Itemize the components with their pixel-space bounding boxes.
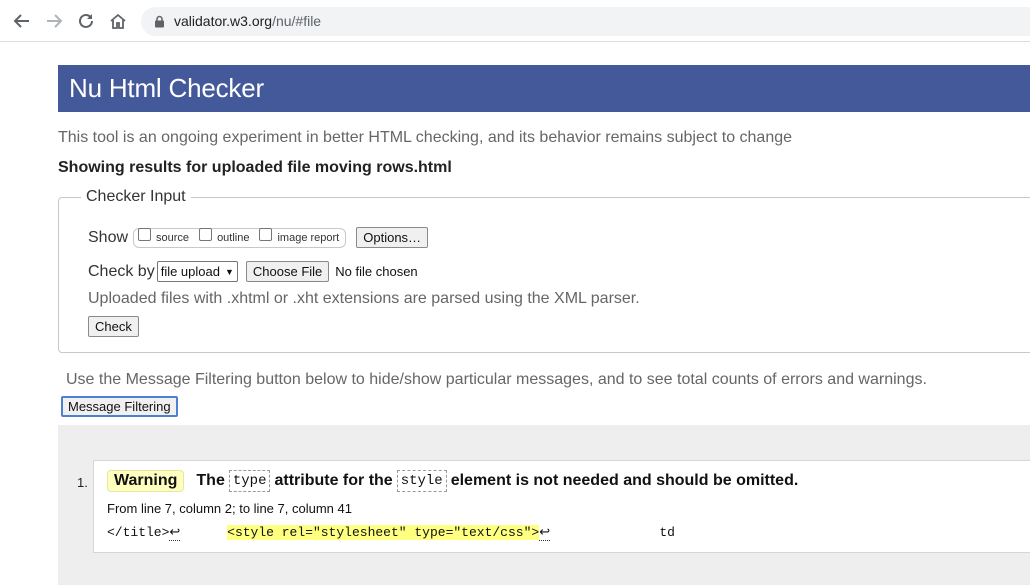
forward-arrow-icon[interactable] [43, 10, 65, 32]
line-feed-icon: ↩ [539, 525, 551, 541]
choose-file-button[interactable]: Choose File [245, 261, 330, 282]
show-source-option[interactable]: source [138, 228, 190, 244]
show-outline-option[interactable]: outline [199, 228, 250, 244]
extract-after: td [659, 525, 675, 540]
extract-highlight: <style rel="stylesheet" type="text/css"> [227, 525, 540, 540]
dropdown-arrow-icon: ▼ [224, 266, 234, 277]
lock-icon [154, 15, 165, 33]
results-heading: Showing results for uploaded file moving… [58, 159, 452, 176]
image-report-label: image report [277, 231, 340, 244]
check-by-value: file upload [160, 264, 220, 279]
show-options-group: source outline image report [133, 227, 347, 248]
message-location: From line 7, column 2; to line 7, column… [107, 501, 352, 516]
check-button[interactable]: Check [88, 316, 139, 337]
image-report-checkbox[interactable] [259, 228, 273, 241]
xml-parser-note: Uploaded files with .xhtml or .xht exten… [88, 290, 640, 307]
line-feed-icon: ↩ [169, 525, 181, 541]
check-by-select[interactable]: file upload ▼ [156, 261, 238, 282]
outline-label: outline [217, 231, 250, 244]
message-filtering-button[interactable]: Message Filtering [61, 396, 178, 417]
message-heading: Warning The type attribute for the style… [107, 470, 798, 492]
warning-badge: Warning [107, 470, 185, 492]
show-image-report-option[interactable]: image report [259, 228, 340, 244]
message-code-style: style [396, 470, 447, 492]
show-label: Show [88, 228, 129, 246]
message-code-type: type [228, 470, 271, 492]
source-label: source [156, 231, 190, 244]
home-icon[interactable] [107, 10, 129, 32]
page-title: Nu Html Checker [69, 73, 264, 103]
code-extract: </title>↩ <style rel="stylesheet" type="… [107, 525, 675, 541]
no-file-chosen-text: No file chosen [335, 264, 418, 279]
tagline: This tool is an ongoing experiment in be… [58, 129, 793, 146]
message-text-2: attribute for the [274, 472, 393, 489]
extract-after-gap [550, 525, 659, 540]
show-row: Show source outline image report Options… [88, 227, 429, 248]
page-header: Nu Html Checker [58, 65, 1030, 112]
message-number: 1. [77, 475, 88, 490]
source-checkbox[interactable] [138, 228, 152, 241]
outline-checkbox[interactable] [199, 228, 213, 241]
url-host: validator.w3.org [174, 13, 273, 29]
address-bar[interactable]: validator.w3.org/nu/#file [141, 7, 1030, 36]
message-filtering-note: Use the Message Filtering button below t… [66, 371, 927, 388]
back-arrow-icon[interactable] [11, 10, 33, 32]
warning-message: Warning The type attribute for the style… [93, 460, 1030, 553]
url-text: validator.w3.org/nu/#file [174, 13, 321, 29]
url-path: /nu/#file [272, 13, 322, 29]
reload-icon[interactable] [75, 10, 97, 32]
check-by-row: Check by file upload ▼ Choose File No fil… [88, 261, 418, 282]
check-by-label: Check by [88, 262, 155, 280]
browser-toolbar: validator.w3.org/nu/#file [0, 0, 1030, 42]
options-button[interactable]: Options… [356, 227, 429, 248]
extract-before: </title> [107, 525, 170, 540]
extract-gap [180, 525, 227, 540]
message-text-3: element is not needed and should be omit… [450, 472, 799, 489]
checker-input-legend: Checker Input [86, 188, 186, 205]
message-text-1: The [196, 472, 225, 489]
